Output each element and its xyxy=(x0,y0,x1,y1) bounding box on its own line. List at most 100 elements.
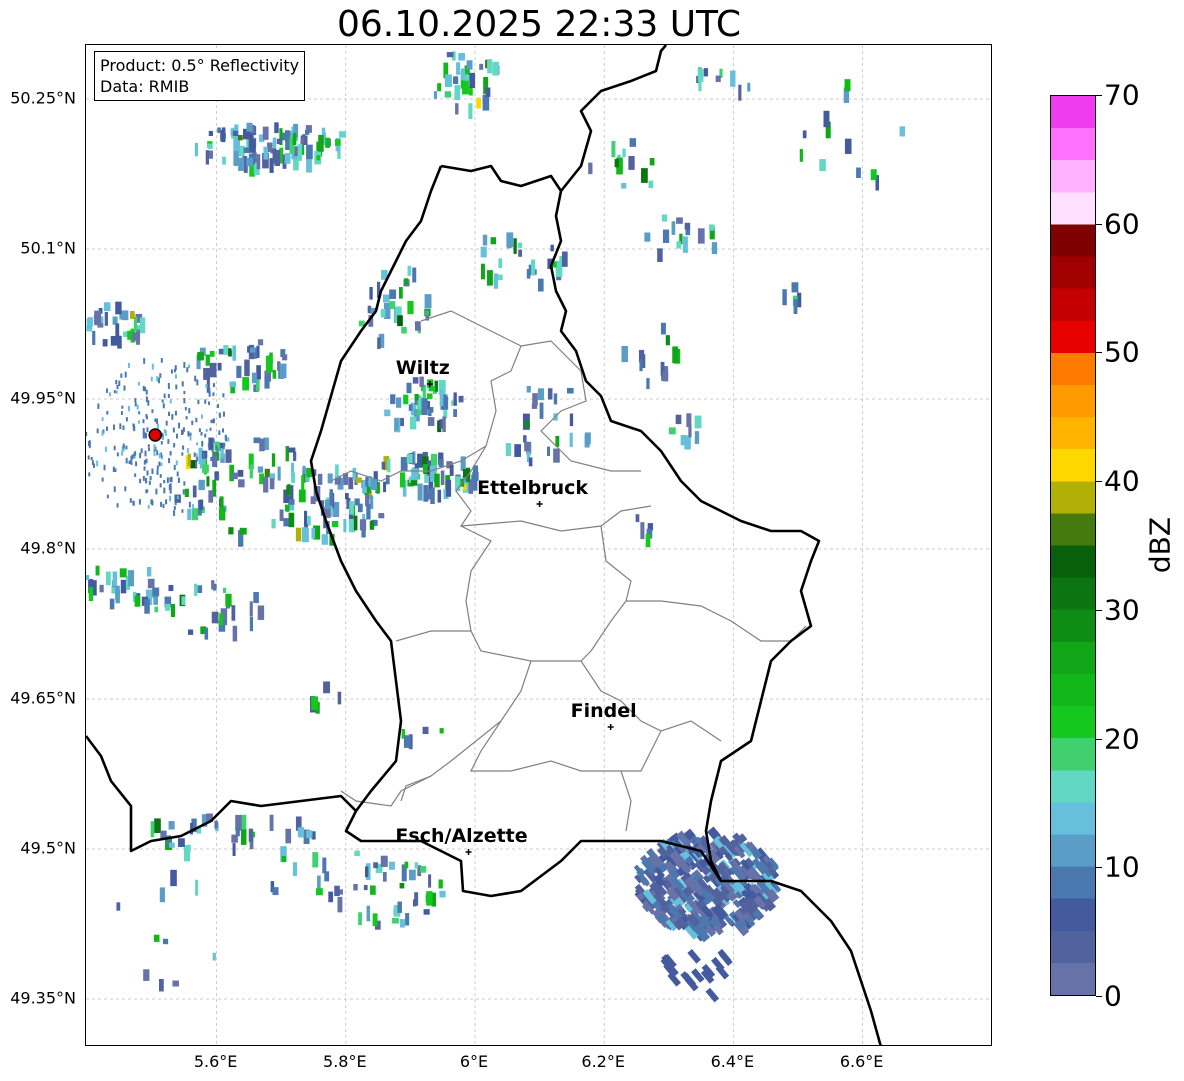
echo-cell xyxy=(168,821,175,830)
echo-cell xyxy=(453,392,457,406)
echo-cell xyxy=(411,468,418,481)
echo-cell xyxy=(317,875,321,890)
echo-cell xyxy=(401,326,407,334)
echo-cell xyxy=(566,387,574,394)
echo-cell xyxy=(172,980,179,987)
echo-cell xyxy=(88,443,91,449)
echo-cell xyxy=(337,896,343,913)
echo-cell xyxy=(194,375,197,382)
echo-cell xyxy=(101,417,104,421)
echo-cell xyxy=(145,477,148,484)
echo-cell xyxy=(697,228,705,244)
echo-cell xyxy=(611,140,616,158)
echo-cell xyxy=(423,485,429,502)
echo-cell xyxy=(134,595,141,607)
echo-cell xyxy=(187,431,190,437)
echo-cell xyxy=(694,415,702,429)
echo-cell xyxy=(228,348,232,357)
echo-cell xyxy=(518,249,523,257)
echo-cell xyxy=(159,483,162,488)
echo-cell xyxy=(355,477,362,483)
echo-cell xyxy=(163,393,166,398)
echo-cell xyxy=(222,393,225,398)
colorbar-tick-mark xyxy=(1096,609,1102,611)
echo-cell xyxy=(87,455,90,460)
echo-cell xyxy=(169,495,172,502)
echo-cell xyxy=(271,518,276,529)
echo-cell xyxy=(387,458,391,473)
echo-cell xyxy=(86,574,90,581)
echo-cell xyxy=(146,566,152,577)
echo-cell xyxy=(122,443,125,449)
echo-cell xyxy=(143,466,146,471)
lon-label: 6.4°E xyxy=(710,1052,755,1071)
echo-cell xyxy=(694,431,700,445)
echo-cell xyxy=(169,450,172,456)
echo-cell xyxy=(244,359,250,377)
echo-cell xyxy=(106,494,109,499)
echo-cell xyxy=(175,384,178,390)
echo-cell xyxy=(181,381,184,387)
echo-cell xyxy=(353,883,358,891)
echo-cell xyxy=(437,489,442,503)
echo-cell xyxy=(423,909,430,915)
echo-cell xyxy=(242,377,250,391)
echo-cell xyxy=(112,571,118,587)
echo-cell xyxy=(158,453,161,459)
echo-cell xyxy=(335,139,341,146)
echo-cell xyxy=(640,522,645,540)
echo-cell xyxy=(218,507,226,521)
echo-cell xyxy=(175,460,178,466)
colorbar-tick-label: 30 xyxy=(1104,593,1140,627)
echo-cell xyxy=(462,80,469,95)
echo-cell xyxy=(233,150,239,166)
echo-cell xyxy=(130,455,133,462)
echo-cell xyxy=(190,822,194,835)
echo-cell xyxy=(173,464,176,471)
echo-cell xyxy=(279,509,284,522)
echo-cell xyxy=(277,466,281,481)
echo-cell xyxy=(217,362,222,371)
echo-cell xyxy=(161,436,164,440)
echo-cell xyxy=(285,828,292,844)
echo-cell xyxy=(621,183,627,189)
echo-cell xyxy=(158,978,164,992)
echo-cell xyxy=(224,434,227,441)
echo-cell xyxy=(646,378,650,390)
echo-cell xyxy=(528,457,533,467)
echo-cell xyxy=(730,70,736,87)
echo-cell xyxy=(147,444,150,448)
canton-boundary xyxy=(460,525,592,662)
echo-cell xyxy=(288,512,295,528)
echo-cell xyxy=(147,447,150,452)
echo-cell xyxy=(498,258,503,269)
echo-cell xyxy=(444,91,452,98)
echo-cell xyxy=(672,346,679,364)
echo-cell xyxy=(269,814,274,831)
echo-cell xyxy=(159,474,162,478)
echo-cell xyxy=(539,402,544,419)
radar-map[interactable]: Wiltz Ettelbruck Findel Esch/Alzette xyxy=(85,44,992,1046)
echo-cell xyxy=(709,224,715,231)
echo-cell xyxy=(662,229,670,243)
echo-cell xyxy=(466,60,473,70)
echo-cell xyxy=(212,392,215,397)
echo-cell xyxy=(174,410,177,416)
echo-cell xyxy=(101,430,104,436)
echo-cell xyxy=(686,413,692,428)
echo-cell xyxy=(156,469,159,475)
echo-cell xyxy=(274,122,279,134)
echo-cell xyxy=(115,390,118,394)
echo-cell xyxy=(318,134,324,152)
echo-cell xyxy=(216,448,219,454)
echo-cell xyxy=(397,315,403,327)
echo-cell xyxy=(88,472,91,477)
echo-cell xyxy=(178,422,181,429)
echo-cell xyxy=(180,429,183,435)
echo-cell xyxy=(194,142,199,157)
echo-cell xyxy=(629,138,637,147)
echo-cell xyxy=(189,435,192,441)
echo-cell xyxy=(139,452,142,459)
echo-cell xyxy=(561,251,568,267)
colorbar-tick-label: 50 xyxy=(1104,335,1140,369)
